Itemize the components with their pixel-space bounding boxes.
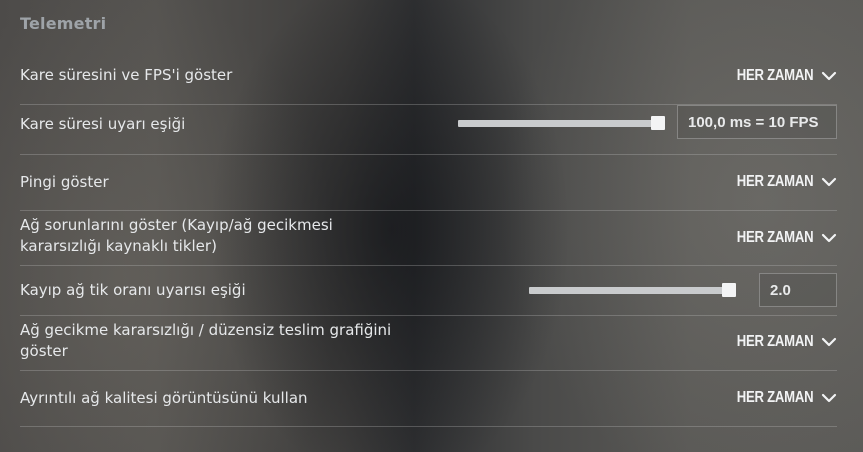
frametime-threshold-slider[interactable] (458, 111, 665, 135)
slider-thumb[interactable] (722, 283, 736, 297)
chevron-down-icon (821, 71, 837, 81)
setting-row-show-frametime-fps: Kare süresini ve FPS'i göster HER ZAMAN (20, 54, 837, 105)
dropdown-value: HER ZAMAN (736, 67, 813, 84)
setting-label: Kare süresi uyarı eşiği (20, 115, 186, 133)
show-ping-dropdown[interactable]: HER ZAMAN (720, 170, 837, 194)
setting-row-frametime-warning-threshold: Kare süresi uyarı eşiği 100,0 ms = 10 FP… (20, 104, 837, 155)
dropdown-value: HER ZAMAN (736, 229, 813, 246)
setting-row-show-jitter-graph: Ağ gecikme kararsızlığı / düzensiz tesli… (20, 315, 837, 371)
show-jitter-graph-dropdown[interactable]: HER ZAMAN (720, 330, 837, 354)
lost-tick-threshold-slider[interactable] (529, 278, 736, 302)
setting-row-show-ping: Pingi göster HER ZAMAN (20, 154, 837, 211)
chevron-down-icon (821, 177, 837, 187)
setting-label: Kayıp ağ tik oranı uyarısı eşiği (20, 281, 246, 299)
chevron-down-icon (821, 393, 837, 403)
slider-track (458, 120, 658, 127)
slider-track (529, 287, 729, 294)
setting-label: Ağ sorunlarını göster (Kayıp/ağ gecikmes… (20, 216, 333, 255)
detailed-network-quality-dropdown[interactable]: HER ZAMAN (720, 386, 837, 410)
frametime-threshold-value-input[interactable]: 100,0 ms = 10 FPS (677, 105, 837, 139)
telemetry-settings-panel: Telemetri Kare süresini ve FPS'i göster … (0, 0, 863, 452)
setting-label: Ağ gecikme kararsızlığı / düzensiz tesli… (20, 321, 392, 360)
setting-row-detailed-network-quality: Ayrıntılı ağ kalitesi görüntüsünü kullan… (20, 370, 837, 427)
setting-label: Kare süresini ve FPS'i göster (20, 66, 233, 84)
section-title: Telemetri (20, 14, 107, 33)
dropdown-value: HER ZAMAN (736, 389, 813, 406)
show-network-problems-dropdown[interactable]: HER ZAMAN (720, 226, 837, 250)
chevron-down-icon (821, 233, 837, 243)
show-frametime-fps-dropdown[interactable]: HER ZAMAN (720, 64, 837, 88)
dropdown-value: HER ZAMAN (736, 333, 813, 350)
lost-tick-threshold-value-input[interactable]: 2.0 (759, 273, 837, 307)
dropdown-value: HER ZAMAN (736, 173, 813, 190)
chevron-down-icon (821, 337, 837, 347)
setting-row-show-network-problems: Ağ sorunlarını göster (Kayıp/ağ gecikmes… (20, 210, 837, 266)
slider-thumb[interactable] (651, 116, 665, 130)
setting-row-lost-tick-warning-threshold: Kayıp ağ tik oranı uyarısı eşiği 2.0 (20, 265, 837, 316)
setting-label: Ayrıntılı ağ kalitesi görüntüsünü kullan (20, 389, 308, 407)
setting-label: Pingi göster (20, 173, 109, 191)
